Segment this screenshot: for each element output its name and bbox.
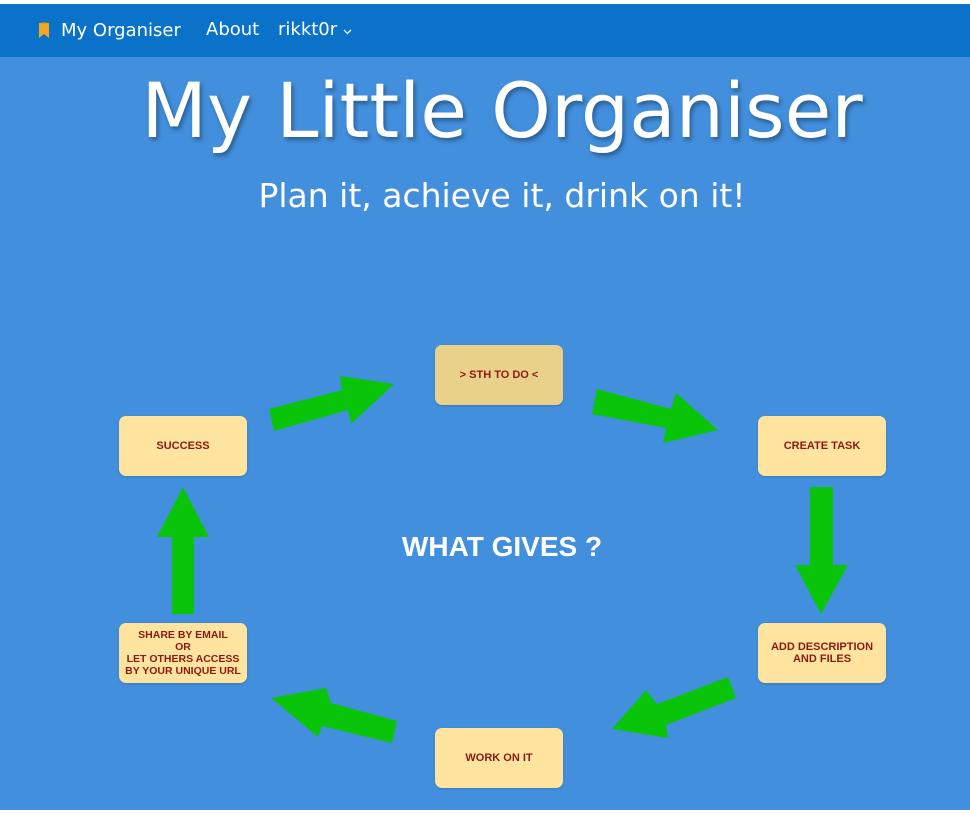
arrow-icon <box>592 389 718 443</box>
step-line: OR <box>175 641 191 653</box>
arrow-icon <box>269 376 394 431</box>
step-work-on-it: WORK ON IT <box>435 728 563 788</box>
cycle-arrows <box>157 376 848 743</box>
step-line: LET OTHERS ACCESS <box>126 653 240 665</box>
bottom-strip <box>0 810 970 815</box>
arrow-icon <box>271 688 397 743</box>
step-add-description: ADD DESCRIPTION AND FILES <box>758 623 886 683</box>
step-share: SHARE BY EMAIL OR LET OTHERS ACCESS BY Y… <box>119 623 247 683</box>
step-line: AND FILES <box>792 653 852 665</box>
step-sth-to-do: > STH TO DO < <box>435 345 563 405</box>
cycle-center-label: WHAT GIVES ? <box>401 531 603 562</box>
arrow-icon <box>795 487 848 614</box>
step-create-task: CREATE TASK <box>758 416 886 476</box>
step-line: BY YOUR UNIQUE URL <box>125 665 241 677</box>
step-line: ADD DESCRIPTION <box>770 641 874 653</box>
arrow-icon <box>157 487 209 614</box>
step-success: SUCCESS <box>119 416 247 476</box>
arrow-icon <box>612 677 736 738</box>
step-line: SHARE BY EMAIL <box>138 629 228 641</box>
